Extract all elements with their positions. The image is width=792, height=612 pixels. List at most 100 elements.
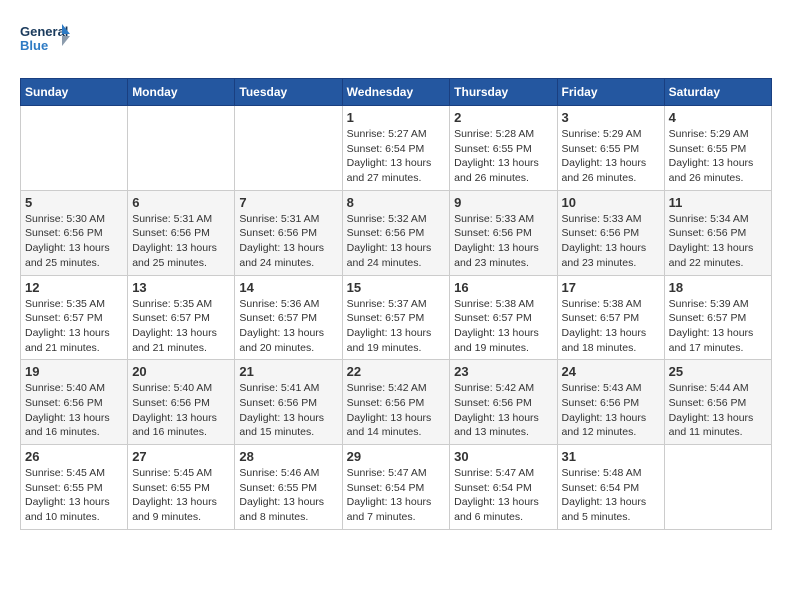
day-info: Sunrise: 5:43 AM Sunset: 6:56 PM Dayligh… — [562, 381, 660, 440]
day-cell: 19 Sunrise: 5:40 AM Sunset: 6:56 PM Dayli… — [21, 360, 128, 445]
day-info: Sunrise: 5:35 AM Sunset: 6:57 PM Dayligh… — [25, 297, 123, 356]
day-cell: 15 Sunrise: 5:37 AM Sunset: 6:57 PM Dayli… — [342, 275, 450, 360]
day-number: 9 — [454, 195, 552, 210]
weekday-header-tuesday: Tuesday — [235, 79, 342, 106]
day-info: Sunrise: 5:45 AM Sunset: 6:55 PM Dayligh… — [132, 466, 230, 525]
day-number: 21 — [239, 364, 337, 379]
day-cell: 18 Sunrise: 5:39 AM Sunset: 6:57 PM Dayli… — [664, 275, 771, 360]
day-number: 30 — [454, 449, 552, 464]
day-cell: 11Sunrise: 5:34 AM Sunset: 6:56 PM Dayli… — [664, 190, 771, 275]
day-number: 20 — [132, 364, 230, 379]
logo: General Blue — [20, 20, 70, 62]
day-cell: 4 Sunrise: 5:29 AM Sunset: 6:55 PM Daylig… — [664, 106, 771, 191]
day-info: Sunrise: 5:39 AM Sunset: 6:57 PM Dayligh… — [669, 297, 767, 356]
day-cell: 7 Sunrise: 5:31 AM Sunset: 6:56 PM Daylig… — [235, 190, 342, 275]
day-cell: 10 Sunrise: 5:33 AM Sunset: 6:56 PM Dayli… — [557, 190, 664, 275]
day-number: 14 — [239, 280, 337, 295]
week-row-2: 5Sunrise: 5:30 AM Sunset: 6:56 PM Daylig… — [21, 190, 772, 275]
page-header: General Blue — [20, 20, 772, 62]
day-info: Sunrise: 5:48 AM Sunset: 6:54 PM Dayligh… — [562, 466, 660, 525]
day-number: 24 — [562, 364, 660, 379]
day-info: Sunrise: 5:37 AM Sunset: 6:57 PM Dayligh… — [347, 297, 446, 356]
day-info: Sunrise: 5:38 AM Sunset: 6:57 PM Dayligh… — [562, 297, 660, 356]
day-info: Sunrise: 5:31 AM Sunset: 6:56 PM Dayligh… — [239, 212, 337, 271]
day-cell: 23 Sunrise: 5:42 AM Sunset: 6:56 PM Dayli… — [450, 360, 557, 445]
weekday-header-saturday: Saturday — [664, 79, 771, 106]
day-cell: 21Sunrise: 5:41 AM Sunset: 6:56 PM Dayli… — [235, 360, 342, 445]
day-info: Sunrise: 5:38 AM Sunset: 6:57 PM Dayligh… — [454, 297, 552, 356]
day-number: 16 — [454, 280, 552, 295]
day-cell: 3Sunrise: 5:29 AM Sunset: 6:55 PM Daylig… — [557, 106, 664, 191]
day-info: Sunrise: 5:28 AM Sunset: 6:55 PM Dayligh… — [454, 127, 552, 186]
weekday-header-friday: Friday — [557, 79, 664, 106]
day-info: Sunrise: 5:31 AM Sunset: 6:56 PM Dayligh… — [132, 212, 230, 271]
day-number: 12 — [25, 280, 123, 295]
day-number: 19 — [25, 364, 123, 379]
svg-text:Blue: Blue — [20, 38, 48, 53]
day-cell: 26Sunrise: 5:45 AM Sunset: 6:55 PM Dayli… — [21, 445, 128, 530]
day-info: Sunrise: 5:34 AM Sunset: 6:56 PM Dayligh… — [669, 212, 767, 271]
svg-text:General: General — [20, 24, 68, 39]
day-number: 17 — [562, 280, 660, 295]
day-number: 26 — [25, 449, 123, 464]
day-info: Sunrise: 5:32 AM Sunset: 6:56 PM Dayligh… — [347, 212, 446, 271]
day-info: Sunrise: 5:44 AM Sunset: 6:56 PM Dayligh… — [669, 381, 767, 440]
day-cell: 14 Sunrise: 5:36 AM Sunset: 6:57 PM Dayli… — [235, 275, 342, 360]
day-info: Sunrise: 5:40 AM Sunset: 6:56 PM Dayligh… — [132, 381, 230, 440]
day-info: Sunrise: 5:33 AM Sunset: 6:56 PM Dayligh… — [454, 212, 552, 271]
day-cell: 22 Sunrise: 5:42 AM Sunset: 6:56 PM Dayli… — [342, 360, 450, 445]
day-info: Sunrise: 5:46 AM Sunset: 6:55 PM Dayligh… — [239, 466, 337, 525]
day-info: Sunrise: 5:33 AM Sunset: 6:56 PM Dayligh… — [562, 212, 660, 271]
week-row-1: 1Sunrise: 5:27 AM Sunset: 6:54 PM Daylig… — [21, 106, 772, 191]
week-row-5: 26 Sunrise: 5:45 AM Sunset: 6:55 PM Dayli… — [21, 445, 772, 530]
weekday-header-thursday: Thursday — [450, 79, 557, 106]
day-cell — [664, 445, 771, 530]
day-cell: 20 Sunrise: 5:40 AM Sunset: 6:56 PM Dayli… — [128, 360, 235, 445]
day-number: 4 — [669, 110, 767, 125]
day-cell — [21, 106, 128, 191]
day-cell: 12 Sunrise: 5:35 AM Sunset: 6:57 PM Dayli… — [21, 275, 128, 360]
weekday-header-row: SundayMondayTuesdayWednesdayThursdayFrid… — [21, 79, 772, 106]
day-info: Sunrise: 5:40 AM Sunset: 6:56 PM Dayligh… — [25, 381, 123, 440]
day-cell: 6 Sunrise: 5:31 AM Sunset: 6:56 PM Daylig… — [128, 190, 235, 275]
day-number: 5 — [25, 195, 123, 210]
day-cell: 5Sunrise: 5:30 AM Sunset: 6:56 PM Daylig… — [21, 190, 128, 275]
day-number: 27 — [132, 449, 230, 464]
day-cell — [128, 106, 235, 191]
day-number: 28 — [239, 449, 337, 464]
calendar-table: SundayMondayTuesdayWednesdayThursdayFrid… — [20, 78, 772, 530]
day-number: 25 — [669, 364, 767, 379]
day-number: 22 — [347, 364, 446, 379]
day-cell: 30Sunrise: 5:47 AM Sunset: 6:54 PM Dayli… — [450, 445, 557, 530]
day-info: Sunrise: 5:36 AM Sunset: 6:57 PM Dayligh… — [239, 297, 337, 356]
day-cell: 24 Sunrise: 5:43 AM Sunset: 6:56 PM Dayli… — [557, 360, 664, 445]
day-cell: 31 Sunrise: 5:48 AM Sunset: 6:54 PM Dayli… — [557, 445, 664, 530]
day-info: Sunrise: 5:29 AM Sunset: 6:55 PM Dayligh… — [669, 127, 767, 186]
day-cell: 25 Sunrise: 5:44 AM Sunset: 6:56 PM Dayli… — [664, 360, 771, 445]
day-info: Sunrise: 5:47 AM Sunset: 6:54 PM Dayligh… — [347, 466, 446, 525]
day-number: 18 — [669, 280, 767, 295]
day-cell: 28 Sunrise: 5:46 AM Sunset: 6:55 PM Dayli… — [235, 445, 342, 530]
day-cell: 17 Sunrise: 5:38 AM Sunset: 6:57 PM Dayli… — [557, 275, 664, 360]
day-number: 15 — [347, 280, 446, 295]
day-info: Sunrise: 5:27 AM Sunset: 6:54 PM Dayligh… — [347, 127, 446, 186]
logo-svg: General Blue — [20, 20, 70, 62]
day-number: 23 — [454, 364, 552, 379]
day-info: Sunrise: 5:42 AM Sunset: 6:56 PM Dayligh… — [347, 381, 446, 440]
day-cell: 8 Sunrise: 5:32 AM Sunset: 6:56 PM Daylig… — [342, 190, 450, 275]
day-info: Sunrise: 5:42 AM Sunset: 6:56 PM Dayligh… — [454, 381, 552, 440]
weekday-header-wednesday: Wednesday — [342, 79, 450, 106]
day-number: 8 — [347, 195, 446, 210]
day-number: 29 — [347, 449, 446, 464]
day-number: 10 — [562, 195, 660, 210]
day-number: 6 — [132, 195, 230, 210]
day-cell — [235, 106, 342, 191]
day-cell: 2Sunrise: 5:28 AM Sunset: 6:55 PM Daylig… — [450, 106, 557, 191]
weekday-header-monday: Monday — [128, 79, 235, 106]
day-cell: 13Sunrise: 5:35 AM Sunset: 6:57 PM Dayli… — [128, 275, 235, 360]
day-number: 31 — [562, 449, 660, 464]
day-cell: 27 Sunrise: 5:45 AM Sunset: 6:55 PM Dayli… — [128, 445, 235, 530]
day-cell: 1Sunrise: 5:27 AM Sunset: 6:54 PM Daylig… — [342, 106, 450, 191]
day-number: 7 — [239, 195, 337, 210]
day-info: Sunrise: 5:35 AM Sunset: 6:57 PM Dayligh… — [132, 297, 230, 356]
